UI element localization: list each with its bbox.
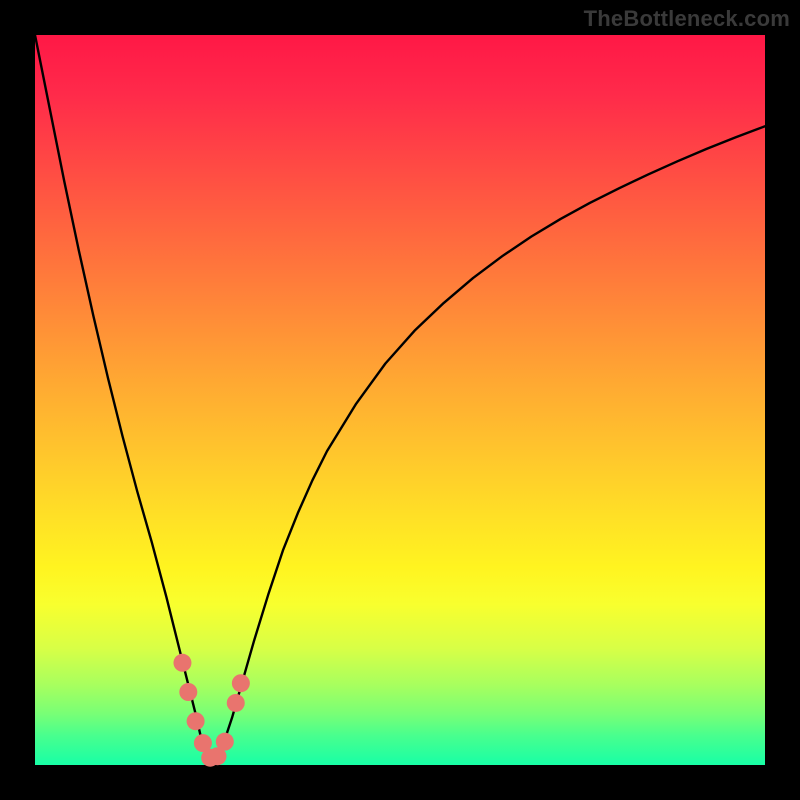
highlight-dot [216,733,234,751]
curve-svg [35,35,765,765]
bottleneck-curve [35,35,765,761]
watermark-text: TheBottleneck.com [584,6,790,32]
highlight-dot [173,654,191,672]
plot-area [35,35,765,765]
chart-frame: TheBottleneck.com [0,0,800,800]
highlight-dot [187,712,205,730]
highlight-dot [232,674,250,692]
highlight-dot [227,694,245,712]
highlight-dot [179,683,197,701]
highlight-dots [173,654,249,767]
